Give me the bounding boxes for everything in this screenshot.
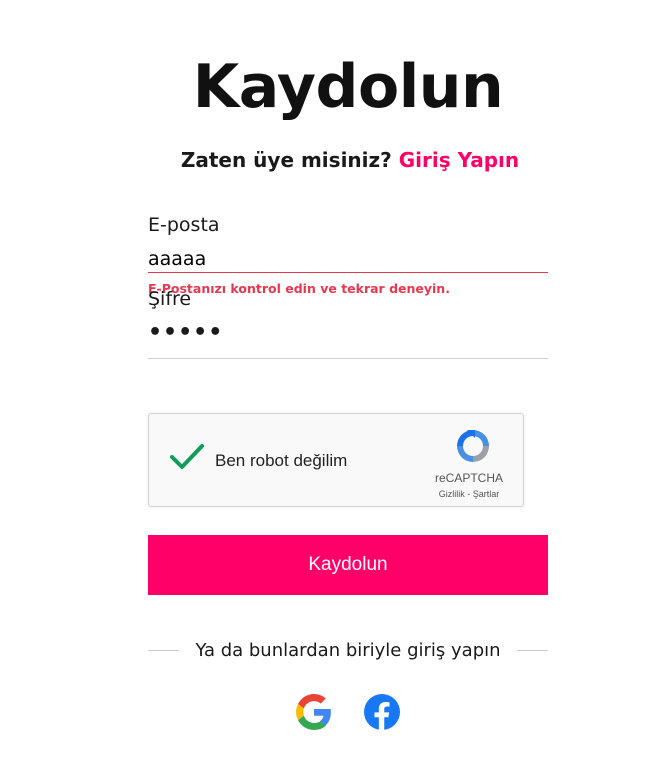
social-divider: Ya da bunlardan biriyle giriş yapın bbox=[148, 640, 548, 661]
divider-line-left bbox=[148, 650, 180, 651]
recaptcha-logo-icon bbox=[457, 430, 489, 462]
password-block: Şifre ••••• bbox=[148, 288, 548, 359]
password-underline bbox=[148, 358, 548, 359]
page-title: Kaydolun bbox=[192, 52, 504, 122]
google-icon[interactable] bbox=[296, 694, 332, 730]
email-label: E-posta bbox=[148, 214, 220, 236]
login-prompt: Zaten üye misiniz? Giriş Yapın bbox=[0, 148, 672, 172]
signup-page: Kaydolun Zaten üye misiniz? Giriş Yapın … bbox=[0, 0, 672, 778]
social-buttons bbox=[296, 694, 400, 730]
social-divider-text: Ya da bunlardan biriyle giriş yapın bbox=[195, 640, 501, 661]
login-link[interactable]: Giriş Yapın bbox=[399, 148, 519, 172]
signup-button[interactable]: Kaydolun bbox=[148, 535, 548, 595]
facebook-icon[interactable] bbox=[364, 694, 400, 730]
login-prompt-text: Zaten üye misiniz? bbox=[180, 148, 392, 172]
checkmark-icon[interactable] bbox=[169, 442, 205, 472]
email-block: E-posta E-Postanızı kontrol edin ve tekr… bbox=[148, 214, 548, 296]
divider-line-right bbox=[516, 650, 548, 651]
email-field[interactable] bbox=[148, 246, 548, 272]
password-field[interactable]: ••••• bbox=[148, 320, 548, 346]
signup-form: E-posta E-Postanızı kontrol edin ve tekr… bbox=[148, 214, 548, 359]
captcha-terms[interactable]: Gizlilik - Şartlar bbox=[429, 489, 509, 499]
recaptcha-widget: Ben robot değilim reCAPTCHA Gizlilik - Ş… bbox=[148, 413, 524, 507]
captcha-brand: reCAPTCHA bbox=[434, 471, 503, 485]
email-underline bbox=[148, 272, 548, 273]
captcha-label: Ben robot değilim bbox=[215, 451, 348, 470]
